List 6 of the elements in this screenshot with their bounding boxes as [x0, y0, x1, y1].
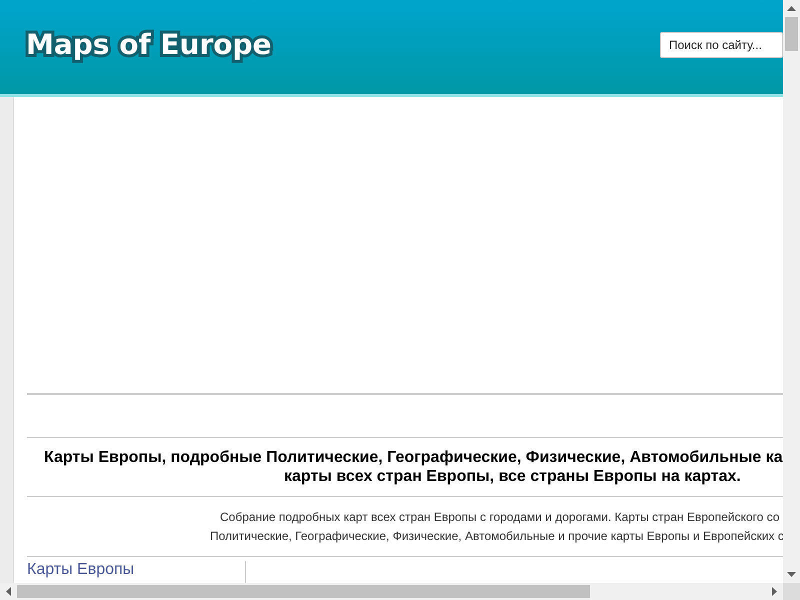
sidebar-title-link[interactable]: Карты Европы: [27, 561, 245, 583]
scroll-thumb[interactable]: [785, 17, 798, 51]
scrollbar-corner: [783, 583, 800, 600]
page-heading: Карты Европы, подробные Политические, Географические, Физические, Автомобильные ка карты всех стран Европы, все страны Европы на картах.: [43, 448, 783, 487]
scroll-thumb[interactable]: [17, 585, 590, 598]
search-field[interactable]: Поиск по сайту...: [660, 32, 783, 58]
